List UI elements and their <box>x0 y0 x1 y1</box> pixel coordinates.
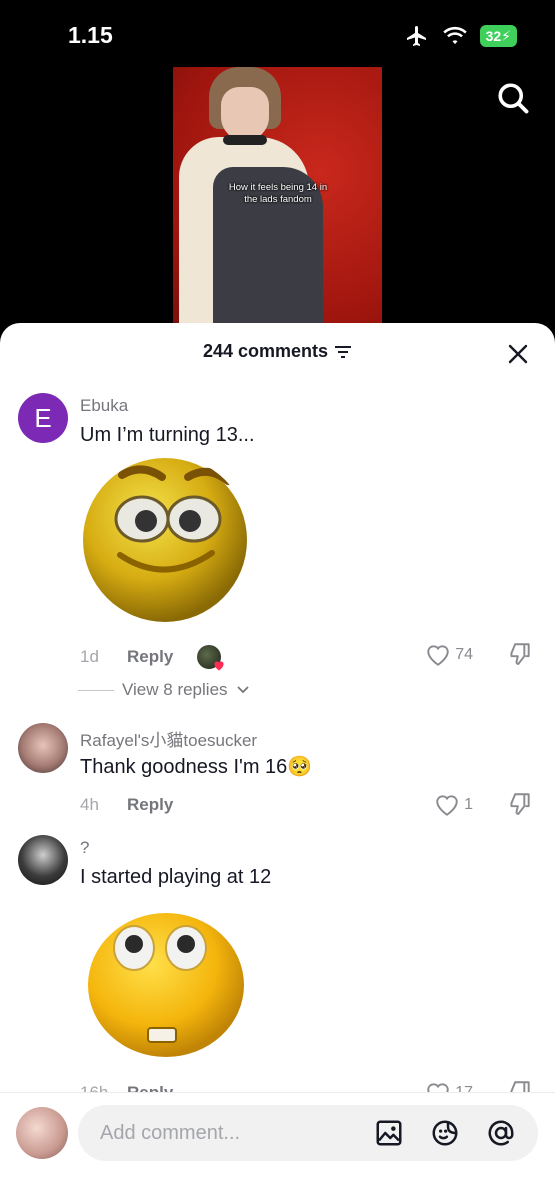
video-caption: How it feels being 14 in the lads fandom <box>228 182 328 205</box>
image-icon[interactable] <box>374 1118 404 1148</box>
search-icon[interactable] <box>495 80 531 116</box>
surprised-face-sticker <box>88 913 244 1057</box>
video-preview[interactable]: How it feels being 14 in the lads fandom <box>173 67 382 329</box>
like-count: 74 <box>455 646 473 663</box>
comment-input[interactable] <box>100 1119 360 1147</box>
heart-icon <box>427 645 449 666</box>
heart-badge-icon <box>214 661 224 671</box>
status-bar: 1.15 32⚡ <box>0 0 555 70</box>
avatar[interactable]: E <box>18 393 68 443</box>
comment-text: Um I’m turning 13... <box>80 424 255 446</box>
view-replies-label: View 8 replies <box>122 680 228 699</box>
comment-text: Thank goodness I'm 16🥺 <box>80 756 313 778</box>
close-icon[interactable] <box>507 343 529 365</box>
nervous-smile-sticker <box>83 458 247 622</box>
figure-face <box>221 87 269 141</box>
avatar[interactable] <box>18 723 68 773</box>
comment-text: I started playing at 12 <box>80 866 272 888</box>
creator-liked-badge <box>197 645 224 671</box>
comment-username[interactable]: Ebuka <box>80 396 128 416</box>
view-replies-button[interactable]: View 8 replies <box>78 680 250 700</box>
comment-username[interactable]: Rafayel's小貓toesucker <box>80 726 257 751</box>
like-button[interactable]: 74 <box>425 643 473 667</box>
pleading-face-emoji: 🥺 <box>287 756 313 778</box>
wifi-icon <box>442 26 467 45</box>
like-count: 1 <box>464 796 473 813</box>
chevron-down-icon <box>236 686 249 694</box>
my-avatar[interactable] <box>16 1107 68 1159</box>
like-button[interactable]: 1 <box>434 793 473 817</box>
comment-composer-bar <box>0 1092 555 1200</box>
figure-choker <box>223 135 267 145</box>
comment-meta: 1d Reply <box>80 645 224 671</box>
comments-header: 244 comments <box>0 341 555 367</box>
dislike-icon[interactable] <box>507 641 533 667</box>
comment-input-container[interactable] <box>78 1105 538 1161</box>
mention-icon[interactable] <box>486 1118 516 1148</box>
avatar[interactable] <box>18 835 68 885</box>
divider <box>78 689 114 691</box>
dislike-icon[interactable] <box>507 791 533 817</box>
airplane-icon <box>406 26 426 46</box>
sort-icon[interactable] <box>334 344 352 360</box>
comments-sheet: 244 comments E Ebuka Um I’m turning 13..… <box>0 323 555 1200</box>
reply-button[interactable]: Reply <box>127 647 173 667</box>
comments-count: 244 comments <box>202 341 329 361</box>
comment-username[interactable]: ? <box>80 838 89 858</box>
battery-indicator: 32⚡ <box>479 25 517 47</box>
reply-button[interactable]: Reply <box>127 795 173 815</box>
comment-meta: 4h Reply <box>80 795 173 815</box>
clock: 1.15 <box>68 22 113 48</box>
comment-age: 4h <box>80 795 99 814</box>
comment-age: 1d <box>80 647 99 666</box>
sticker-icon[interactable] <box>430 1118 460 1148</box>
heart-icon <box>436 795 458 816</box>
